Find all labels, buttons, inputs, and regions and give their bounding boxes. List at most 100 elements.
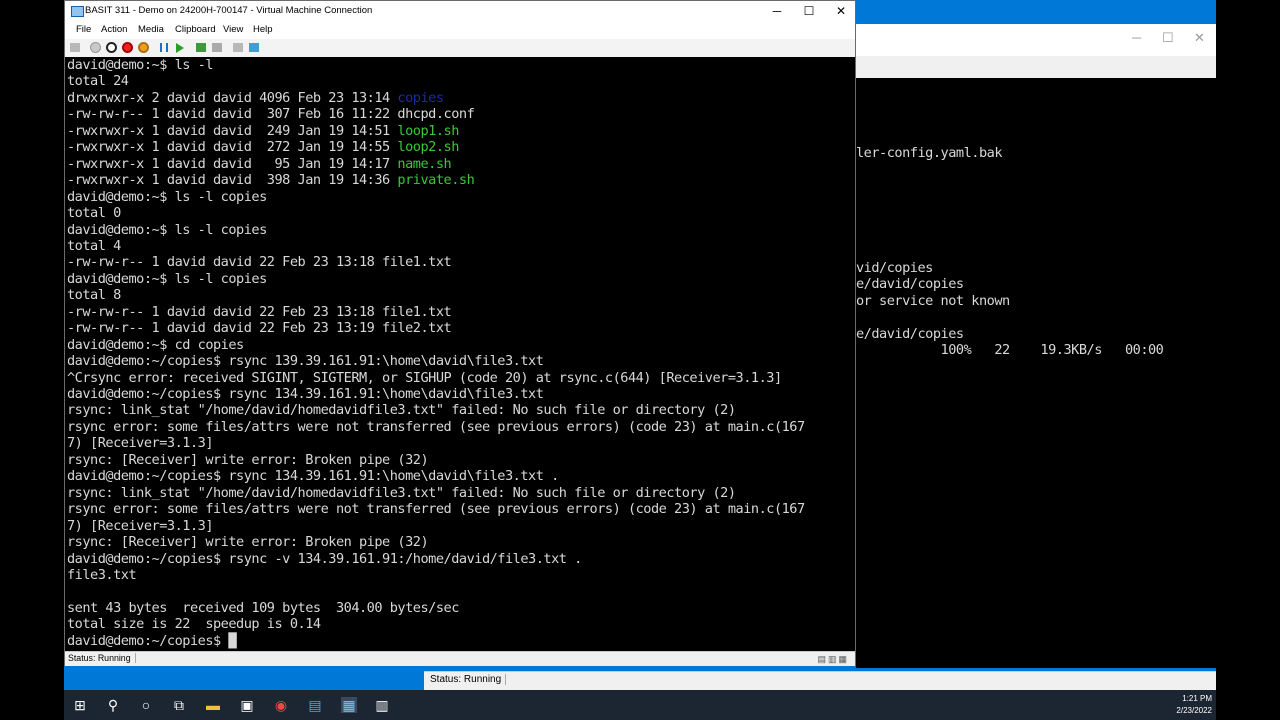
terminal-text: private.sh	[397, 172, 475, 189]
terminal-text: ^Crsync error: received SIGINT, SIGTERM,…	[67, 369, 782, 386]
app-icon[interactable]: ▤	[307, 697, 323, 713]
pause-icon[interactable]	[160, 43, 168, 52]
terminal-text: total 0	[67, 205, 121, 222]
vm-app-icon	[71, 6, 84, 17]
terminal-text: -rw-rw-r-- 1 david david 22 Feb 23 13:18…	[67, 303, 452, 320]
status-indicator-icons: ▤▥▦	[817, 654, 849, 664]
start-icon[interactable]	[90, 42, 101, 53]
taskbar: ⊞ ⚲ ○ ⧉ ▬ ▣ ◉ ▤ ▦ ▥ 1:21 PM 2/23/2022	[64, 690, 1216, 720]
terminal-line: total 0	[67, 205, 121, 221]
menu-media[interactable]: Media	[138, 24, 164, 35]
terminal-line: david@demo:~$ ls -l copies	[67, 189, 267, 205]
terminal-text: -rwxrwxr-x 1 david david 398 Jan 19 14:3…	[67, 172, 398, 189]
menu-file[interactable]: File	[76, 24, 91, 35]
terminal-text: loop1.sh	[397, 122, 459, 139]
terminal-line: -rwxrwxr-x 1 david david 249 Jan 19 14:5…	[67, 123, 459, 139]
terminal-line: ^Crsync error: received SIGINT, SIGTERM,…	[67, 370, 782, 386]
terminal-line: total 8	[67, 287, 121, 303]
terminal-text: copies	[397, 89, 444, 106]
menu-action[interactable]: Action	[101, 24, 127, 35]
close-icon[interactable]: ✕	[1194, 30, 1205, 46]
background-terminal-line: ler-config.yaml.bak	[856, 144, 1003, 161]
terminal-line: -rw-rw-r-- 1 david david 22 Feb 23 13:18…	[67, 303, 452, 320]
ctrl-alt-del-icon[interactable]	[70, 43, 80, 52]
task-view-icon[interactable]: ⧉	[171, 697, 187, 713]
terminal-line: -rwxrwxr-x 1 david david 272 Jan 19 14:5…	[67, 139, 459, 155]
terminal-text: 7) [Receiver=3.1.3]	[67, 435, 214, 452]
revert-icon[interactable]	[212, 43, 222, 52]
terminal-console[interactable]: david@demo:~$ ls -l total 24 drwxrwxr-x 2 …	[65, 57, 855, 651]
checkpoint-icon[interactable]	[196, 43, 206, 52]
vm-connection-window[interactable]: BASIT 311 - Demo on 24200H-700147 - Virt…	[64, 0, 856, 666]
windows-start-icon[interactable]: ⊞	[72, 697, 88, 713]
cortana-icon[interactable]: ○	[138, 697, 154, 713]
terminal-text: name.sh	[397, 155, 452, 172]
reset-icon[interactable]	[176, 43, 184, 53]
terminal-text: rsync error: some files/attrs were not t…	[67, 501, 805, 518]
terminal-text: loop2.sh	[397, 139, 459, 156]
background-window-titlebar[interactable]: ─ ☐ ✕	[856, 24, 1216, 56]
background-status-text: Status: Running	[426, 674, 507, 685]
terminal-line: rsync: [Receiver] write error: Broken pi…	[67, 534, 429, 551]
terminal-text: david@demo:~$ ls -l copies	[67, 270, 267, 287]
menu-clipboard[interactable]: Clipboard	[175, 24, 216, 35]
terminal-text: david@demo:~/copies$ rsync 134.39.161.91…	[67, 386, 544, 402]
save-icon[interactable]	[138, 42, 149, 53]
terminal-text: rsync: [Receiver] write error: Broken pi…	[67, 534, 429, 551]
vm-connection-taskbar-icon[interactable]: ▦	[341, 697, 357, 713]
terminal-text: david@demo:~/copies$	[67, 632, 229, 649]
terminal-line: -rwxrwxr-x 1 david david 398 Jan 19 14:3…	[67, 172, 475, 189]
chrome-icon[interactable]: ◉	[273, 697, 289, 713]
terminal-text: david@demo:~$ ls -l copies	[67, 221, 267, 238]
maximize-button[interactable]: ☐	[797, 4, 821, 18]
file-explorer-icon[interactable]: ▬	[205, 697, 221, 713]
terminal-line: david@demo:~/copies$ rsync 134.39.161.91…	[67, 468, 559, 484]
background-terminal-line: or service not known	[856, 292, 1010, 309]
terminal-text: file3.txt	[67, 566, 137, 583]
calculator-icon[interactable]: ▥	[374, 697, 390, 713]
vm-menubar: File Action Media Clipboard View Help	[65, 23, 855, 39]
terminal-text: rsync: link_stat "/home/david/homedavidf…	[67, 484, 736, 501]
terminal-text: david@demo:~$ ls -l	[67, 57, 214, 73]
terminal-line: drwxrwxr-x 2 david david 4096 Feb 23 13:…	[67, 90, 444, 106]
terminal-text: -rwxrwxr-x 1 david david 249 Jan 19 14:5…	[67, 122, 398, 139]
system-clock[interactable]: 1:21 PM 2/23/2022	[1176, 693, 1212, 717]
terminal-line: david@demo:~$ ls -l	[67, 57, 214, 73]
terminal-text: -rwxrwxr-x 1 david david 272 Jan 19 14:5…	[67, 139, 398, 156]
clock-date: 2/23/2022	[1176, 706, 1212, 715]
terminal-text: rsync: [Receiver] write error: Broken pi…	[67, 451, 429, 468]
terminal-cursor: █	[228, 632, 237, 649]
terminal-text: -rw-rw-r-- 1 david david 22 Feb 23 13:19…	[67, 320, 452, 337]
shut-down-icon[interactable]	[122, 42, 133, 53]
vm-status-text: Status: Running	[68, 653, 136, 663]
terminal-line: file3.txt	[67, 566, 137, 583]
minimize-button[interactable]: ─	[765, 4, 789, 18]
terminal-text: david@demo:~/copies$ rsync 134.39.161.91…	[67, 468, 559, 485]
vm-window-title: BASIT 311 - Demo on 24200H-700147 - Virt…	[85, 5, 373, 16]
terminal-line: rsync: [Receiver] write error: Broken pi…	[67, 451, 429, 468]
enhanced-session-icon[interactable]	[233, 43, 243, 52]
menu-help[interactable]: Help	[253, 24, 273, 35]
search-icon[interactable]: ⚲	[105, 697, 121, 713]
terminal-line: -rw-rw-r-- 1 david david 22 Feb 23 13:19…	[67, 320, 452, 337]
terminal-line: david@demo:~/copies$ rsync 139.39.161.91…	[67, 353, 544, 369]
terminal-text: david@demo:~/copies$ rsync -v 134.39.161…	[67, 550, 582, 567]
maximize-icon[interactable]: ☐	[1162, 30, 1174, 46]
terminal-line: 7) [Receiver=3.1.3]	[67, 435, 214, 452]
terminal-text: rsync: link_stat "/home/david/homedavidf…	[67, 402, 736, 419]
terminal-line: -rw-rw-r-- 1 david david 307 Feb 16 11:2…	[67, 106, 475, 122]
terminal-line: total 4	[67, 238, 121, 254]
close-button[interactable]: ✕	[829, 4, 853, 18]
store-icon[interactable]: ▣	[239, 697, 255, 713]
vm-titlebar[interactable]: BASIT 311 - Demo on 24200H-700147 - Virt…	[65, 1, 855, 23]
terminal-text: rsync error: some files/attrs were not t…	[67, 418, 805, 435]
terminal-text: drwxrwxr-x 2 david david 4096 Feb 23 13:…	[67, 89, 398, 106]
terminal-line: rsync error: some files/attrs were not t…	[67, 501, 805, 517]
turn-off-icon[interactable]	[106, 42, 117, 53]
share-icon[interactable]	[249, 43, 259, 52]
terminal-line: -rw-rw-r-- 1 david david 22 Feb 23 13:18…	[67, 254, 452, 270]
minimize-icon[interactable]: ─	[1132, 30, 1141, 45]
terminal-line: total 24	[67, 73, 129, 89]
menu-view[interactable]: View	[223, 24, 243, 35]
terminal-line: david@demo:~/copies$ rsync 134.39.161.91…	[67, 386, 544, 402]
